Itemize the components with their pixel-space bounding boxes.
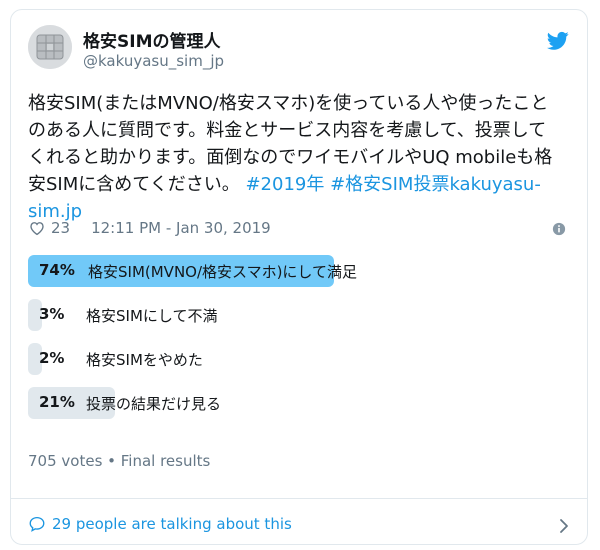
poll-label: 格安SIMにして不満 [86, 307, 218, 325]
hashtag-2019[interactable]: #2019年 [245, 174, 324, 195]
tweet-text: 格安SIM(またはMVNO/格安スマホ)を使っている人や使ったことのある人に質問… [28, 90, 553, 225]
user-handle[interactable]: @kakuyasu_sim_jp [83, 52, 224, 70]
timestamp[interactable]: 12:11 PM - Jan 30, 2019 [91, 219, 271, 237]
poll-percent: 2% [39, 349, 65, 367]
heart-icon[interactable] [28, 219, 46, 237]
hashtag-kakuyasu-sim[interactable]: #格安SIM投票 [330, 174, 449, 195]
twitter-bird-icon[interactable] [547, 31, 569, 51]
poll-label: 投票の結果だけ見る [86, 395, 222, 413]
talking-text[interactable]: 29 people are talking about this [52, 515, 292, 533]
divider [11, 498, 587, 499]
avatar[interactable] [28, 25, 72, 69]
user-name[interactable]: 格安SIMの管理人 [83, 27, 221, 52]
poll-percent: 21% [39, 393, 75, 411]
poll-label: 格安SIM(MVNO/格安スマホ)にして満足 [88, 263, 357, 281]
poll-option-satisfied: 74% 格安SIM(MVNO/格安スマホ)にして満足 [28, 255, 433, 287]
chevron-right-icon[interactable] [557, 517, 571, 535]
poll-percent: 74% [39, 261, 75, 279]
poll-totals: 705 votes • Final results [28, 452, 211, 470]
speech-bubble-icon [29, 516, 45, 532]
poll-option-dissatisfied: 3% 格安SIMにして不満 [28, 299, 433, 331]
sim-card-avatar [28, 25, 72, 69]
like-count[interactable]: 23 [51, 219, 70, 237]
tweet-card: 格安SIMの管理人 @kakuyasu_sim_jp 格安SIM(またはMVNO… [10, 9, 588, 545]
conversation-link[interactable]: 29 people are talking about this [28, 515, 292, 533]
poll-option-results-only: 21% 投票の結果だけ見る [28, 387, 433, 419]
poll: 74% 格安SIM(MVNO/格安スマホ)にして満足 3% 格安SIMにして不満… [28, 255, 433, 431]
poll-percent: 3% [39, 305, 65, 323]
poll-option-quit: 2% 格安SIMをやめた [28, 343, 433, 375]
tweet-meta: 23 12:11 PM - Jan 30, 2019 [28, 219, 271, 237]
info-icon[interactable] [552, 222, 566, 236]
poll-label: 格安SIMをやめた [86, 351, 203, 369]
